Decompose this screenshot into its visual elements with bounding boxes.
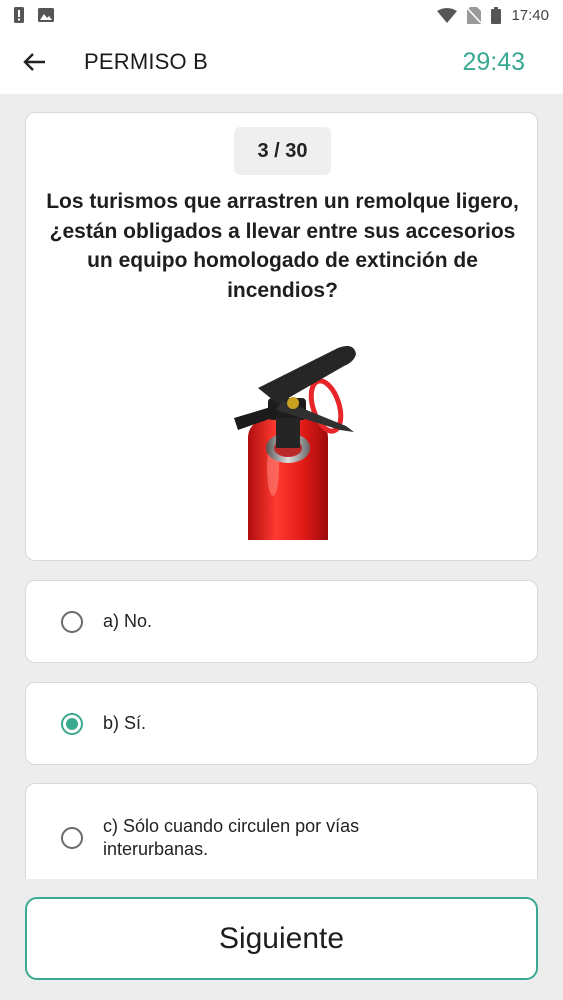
image-icon bbox=[38, 8, 54, 22]
battery-icon bbox=[491, 6, 502, 24]
answer-option-c[interactable]: c) Sólo cuando circulen por vías interur… bbox=[25, 783, 538, 893]
radio-button-c[interactable] bbox=[61, 827, 83, 849]
answer-label-b: b) Sí. bbox=[103, 713, 147, 733]
answer-label-a: a) No. bbox=[103, 611, 153, 631]
next-button[interactable]: Siguiente bbox=[25, 897, 538, 980]
answer-option-a[interactable]: a) No. bbox=[25, 580, 538, 663]
question-text: Los turismos que arrastren un remolque l… bbox=[46, 190, 519, 302]
alert-icon bbox=[14, 7, 24, 23]
wifi-icon bbox=[437, 7, 458, 23]
fire-extinguisher-image bbox=[178, 318, 418, 540]
status-right: 17:40 bbox=[437, 6, 549, 24]
status-time: 17:40 bbox=[511, 6, 549, 24]
page-title: PERMISO B bbox=[84, 49, 209, 74]
arrow-left-icon bbox=[23, 53, 45, 71]
countdown-timer: 29:43 bbox=[462, 47, 525, 76]
status-bar: 17:40 bbox=[0, 0, 563, 30]
answer-label-c: c) Sólo cuando circulen por vías interur… bbox=[103, 816, 360, 859]
question-card: 3 / 30 Los turismos que arrastren un rem… bbox=[25, 112, 538, 561]
no-sim-icon bbox=[467, 6, 482, 24]
back-button[interactable] bbox=[0, 30, 70, 94]
answer-option-b[interactable]: b) Sí. bbox=[25, 682, 538, 765]
app-bar: PERMISO B 29:43 bbox=[0, 30, 563, 94]
radio-button-b[interactable] bbox=[61, 712, 83, 735]
radio-button-a[interactable] bbox=[61, 610, 83, 633]
status-left bbox=[14, 7, 54, 23]
question-counter: 3 / 30 bbox=[234, 127, 331, 175]
